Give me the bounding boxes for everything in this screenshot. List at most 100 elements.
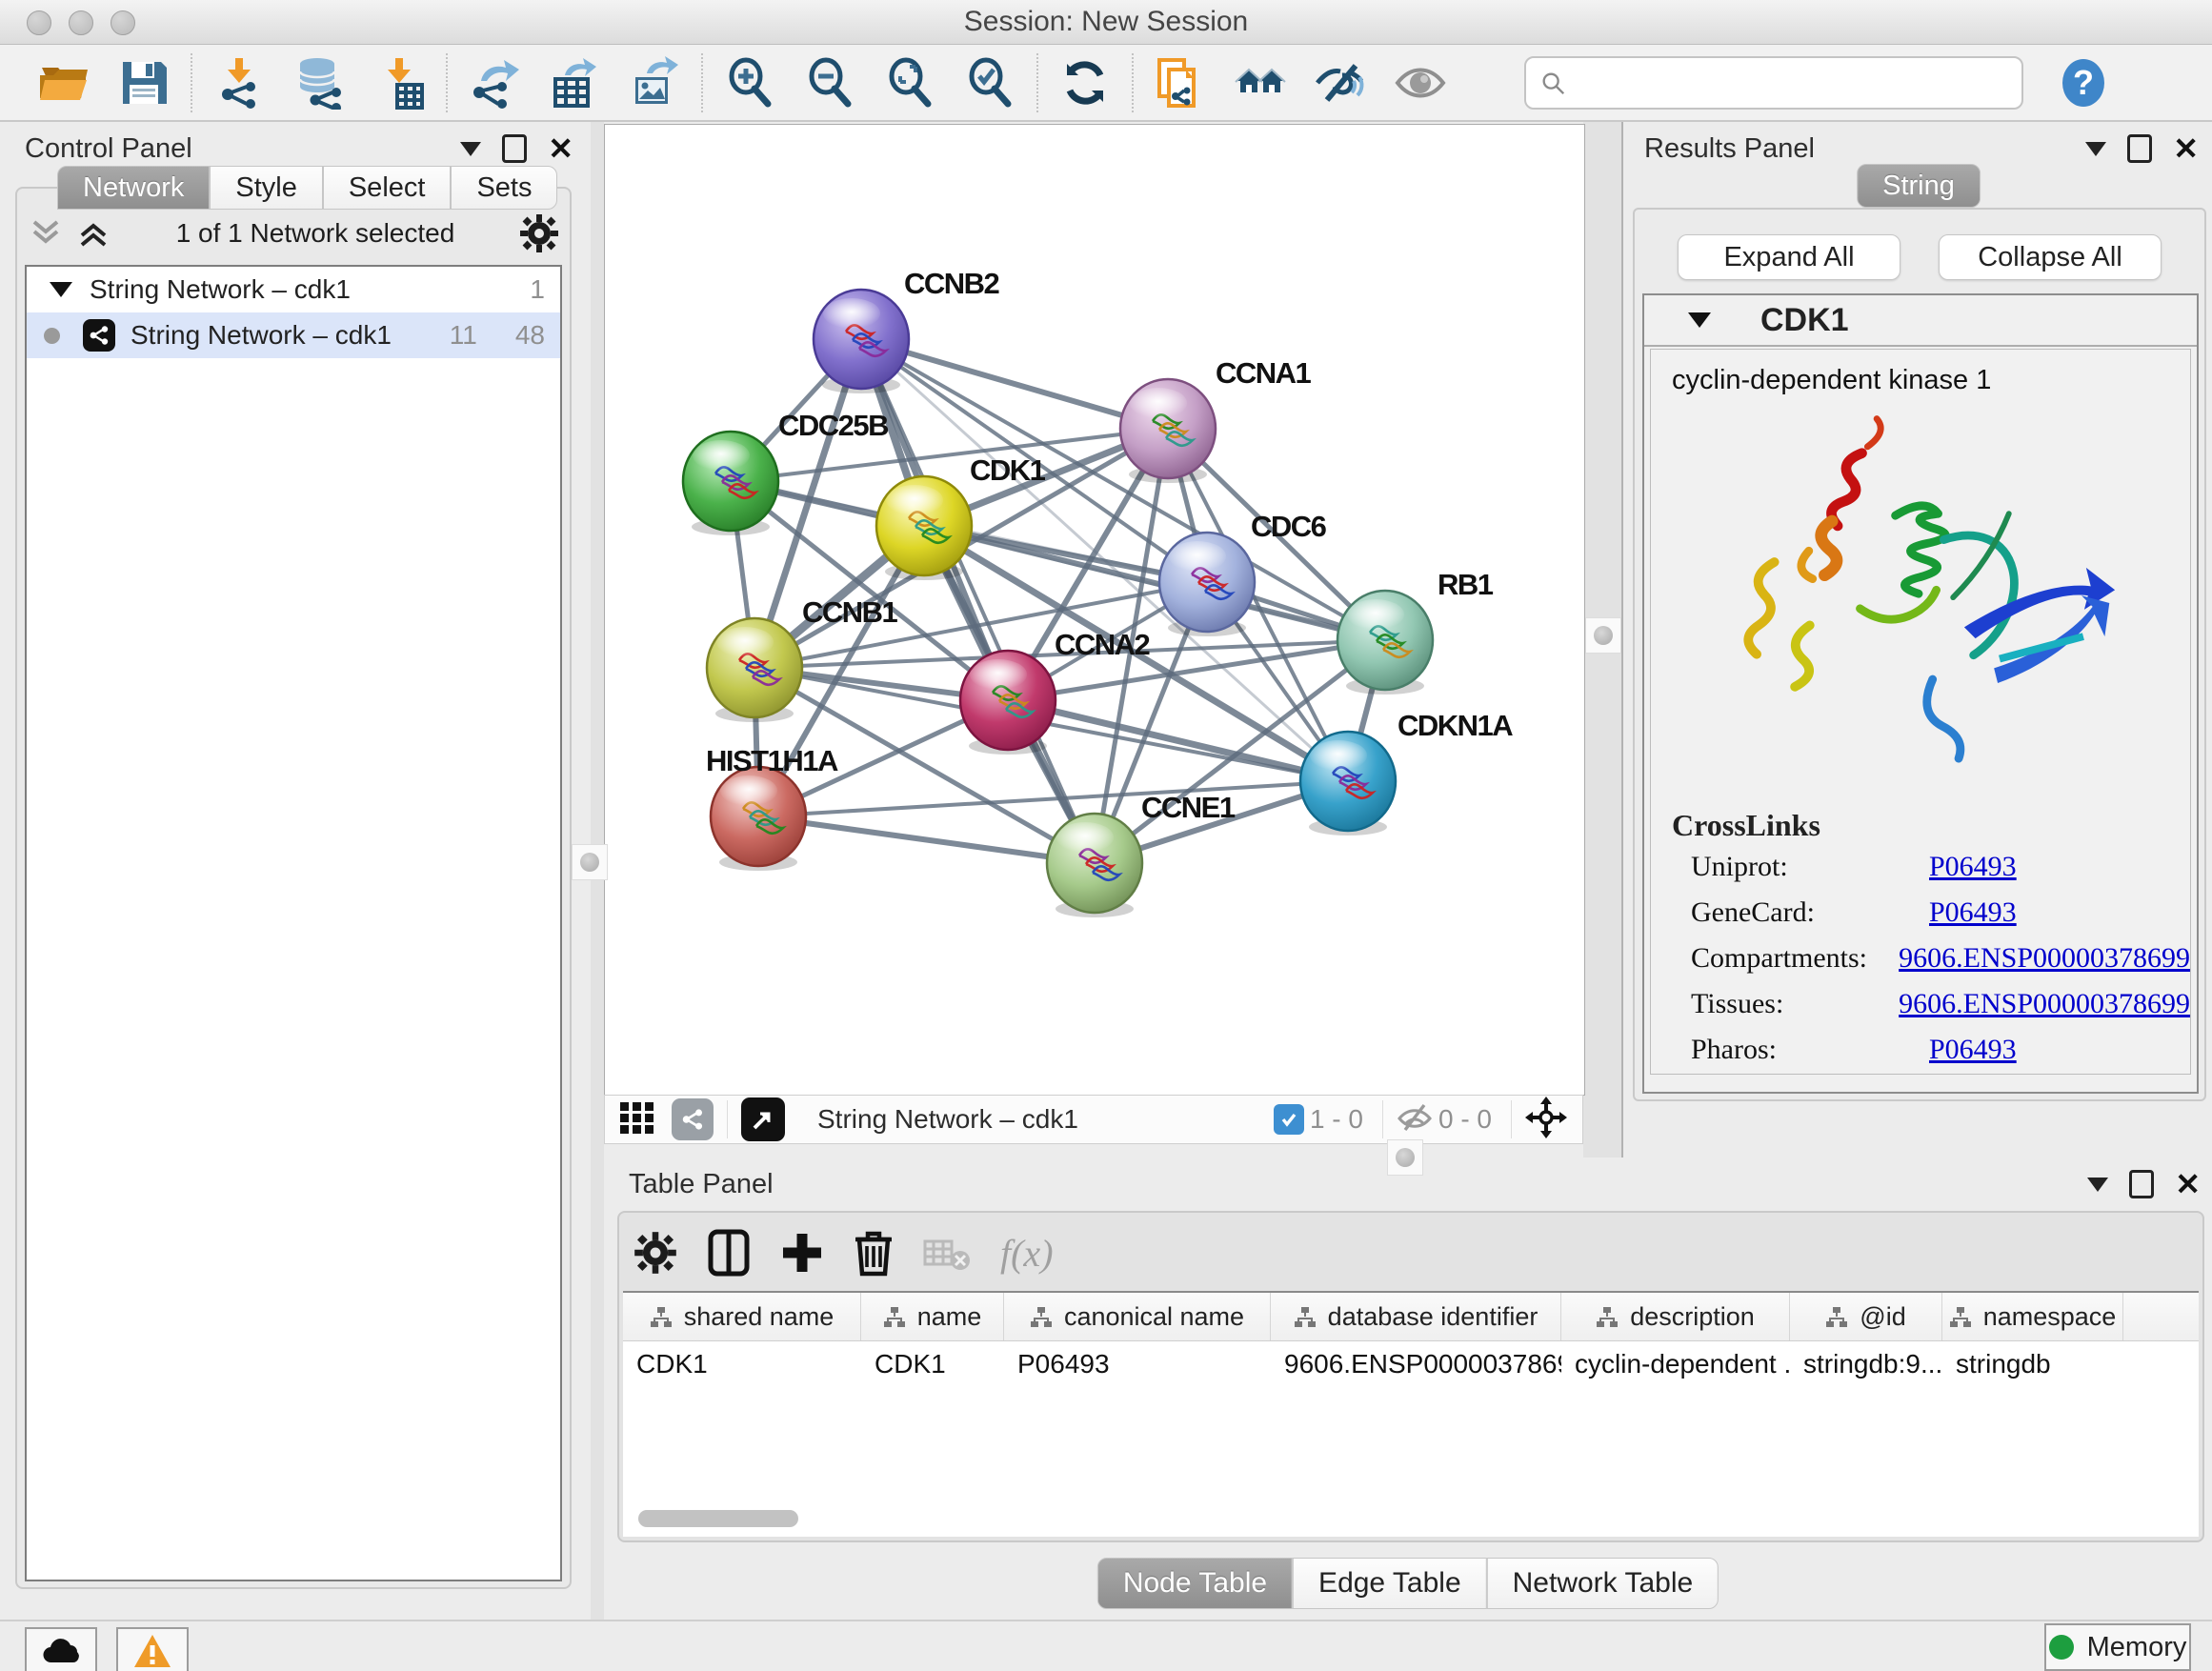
column-header[interactable]: database identifier <box>1271 1293 1561 1340</box>
horizontal-scrollbar[interactable] <box>638 1510 798 1527</box>
crosslink-link[interactable]: P06493 <box>1929 896 2017 929</box>
network-node[interactable] <box>1159 533 1255 636</box>
import-table-file-button[interactable] <box>372 55 427 111</box>
collapse-table-icon[interactable] <box>2087 1178 2108 1192</box>
expand-all-button[interactable]: Expand All <box>1678 234 1900 280</box>
crosslink-link[interactable]: P06493 <box>1929 1034 2017 1066</box>
export-table-button[interactable] <box>547 55 602 111</box>
collapse-all-icon[interactable] <box>27 216 65 251</box>
collection-expand-icon[interactable] <box>50 282 72 297</box>
network-graph[interactable]: CCNB2CCNA1CDC25BCDK1CDC6RB1CCNB1CCNA2CDK… <box>605 125 1584 1095</box>
duplicate-network-button[interactable] <box>1153 55 1208 111</box>
close-panel-icon[interactable]: ✕ <box>548 137 573 160</box>
float-panel-icon[interactable] <box>502 134 527 163</box>
left-splitter-handle[interactable] <box>572 844 608 880</box>
tab-node-table[interactable]: Node Table <box>1097 1558 1293 1609</box>
network-node[interactable] <box>683 432 778 535</box>
column-header[interactable]: canonical name <box>1004 1293 1271 1340</box>
cloud-status-button[interactable] <box>25 1627 97 1671</box>
import-network-file-button[interactable] <box>211 55 267 111</box>
network-node[interactable] <box>711 767 806 871</box>
right-splitter-handle[interactable] <box>1585 617 1621 654</box>
float-results-icon[interactable] <box>2127 134 2152 163</box>
network-collection-row[interactable]: String Network – cdk1 1 <box>27 267 560 312</box>
tab-network-table[interactable]: Network Table <box>1487 1558 1719 1609</box>
hide-selected-button[interactable] <box>1313 55 1368 111</box>
show-columns-icon[interactable] <box>707 1228 751 1278</box>
network-node[interactable] <box>1300 732 1396 836</box>
float-table-icon[interactable] <box>2129 1170 2154 1198</box>
network-node[interactable] <box>876 476 972 580</box>
table-cell[interactable]: P06493 <box>1004 1341 1271 1387</box>
network-list: String Network – cdk1 1 String Network –… <box>25 265 562 1581</box>
birdseye-view-icon[interactable] <box>741 1097 785 1141</box>
network-options-gear-icon[interactable] <box>518 212 560 254</box>
tab-sets[interactable]: Sets <box>451 166 557 210</box>
search-icon <box>1539 69 1566 97</box>
network-node[interactable] <box>1120 379 1216 483</box>
table-cell[interactable]: stringdb:9... <box>1790 1341 1942 1387</box>
table-cell[interactable]: stringdb <box>1942 1341 2123 1387</box>
refresh-view-button[interactable] <box>1057 55 1113 111</box>
table-cell[interactable]: CDK1 <box>861 1341 1004 1387</box>
network-node[interactable] <box>1337 591 1433 695</box>
node-label: CDC6 <box>1251 510 1327 543</box>
column-header[interactable]: @id <box>1790 1293 1942 1340</box>
save-session-button[interactable] <box>116 55 171 111</box>
table-row[interactable]: CDK1CDK1P064939606.ENSP00000378699cyclin… <box>623 1341 2199 1387</box>
network-row[interactable]: String Network – cdk1 11 48 <box>27 312 560 358</box>
close-results-icon[interactable]: ✕ <box>2173 137 2199 160</box>
close-table-icon[interactable]: ✕ <box>2175 1173 2201 1196</box>
collapse-all-button[interactable]: Collapse All <box>1939 234 2162 280</box>
search-input[interactable] <box>1566 67 2008 99</box>
export-image-button[interactable] <box>627 55 682 111</box>
zoom-out-button[interactable] <box>802 55 857 111</box>
open-session-button[interactable] <box>36 55 91 111</box>
memory-button[interactable]: Memory <box>2044 1623 2191 1671</box>
zoom-selected-button[interactable] <box>962 55 1017 111</box>
add-column-icon[interactable] <box>779 1230 825 1276</box>
table-cell[interactable]: CDK1 <box>623 1341 861 1387</box>
first-neighbors-button[interactable] <box>1233 55 1288 111</box>
tab-network[interactable]: Network <box>57 166 210 210</box>
table-cell[interactable]: 9606.ENSP00000378699 <box>1271 1341 1561 1387</box>
import-network-database-button[interactable] <box>292 55 347 111</box>
zoom-fit-button[interactable] <box>882 55 937 111</box>
zoom-in-button[interactable] <box>722 55 777 111</box>
show-all-button[interactable] <box>1393 55 1448 111</box>
bottom-splitter-handle[interactable] <box>1387 1139 1423 1176</box>
tab-string-results[interactable]: String <box>1857 164 1981 208</box>
selected-checkbox-icon[interactable] <box>1274 1104 1304 1135</box>
network-edge[interactable] <box>758 816 1095 863</box>
delete-column-icon[interactable] <box>854 1228 894 1278</box>
crosslink-link[interactable]: 9606.ENSP00000378699 <box>1899 988 2190 1020</box>
network-node[interactable] <box>1047 814 1142 917</box>
table-options-gear-icon[interactable] <box>633 1230 678 1276</box>
expand-all-icon[interactable] <box>74 216 112 251</box>
hidden-eye-icon[interactable] <box>1397 1101 1433 1138</box>
pan-crosshair-icon[interactable] <box>1525 1097 1567 1143</box>
gene-expand-icon[interactable] <box>1688 312 1711 328</box>
tab-select[interactable]: Select <box>323 166 452 210</box>
help-button[interactable]: ? <box>2056 55 2111 111</box>
column-header[interactable]: namespace <box>1942 1293 2123 1340</box>
gene-card-header[interactable]: CDK1 <box>1644 295 2197 347</box>
grid-view-icon[interactable] <box>618 1098 656 1141</box>
collapse-panel-icon[interactable] <box>460 142 481 156</box>
column-header[interactable]: description <box>1561 1293 1790 1340</box>
tab-edge-table[interactable]: Edge Table <box>1293 1558 1487 1609</box>
network-canvas[interactable]: CCNB2CCNA1CDC25BCDK1CDC6RB1CCNB1CCNA2CDK… <box>604 124 1585 1096</box>
crosslink-link[interactable]: P06493 <box>1929 851 2017 883</box>
gene-result-card: CDK1 cyclin-dependent kinase 1 <box>1642 293 2199 1094</box>
search-box <box>1524 56 2023 110</box>
collapse-results-icon[interactable] <box>2085 142 2106 156</box>
export-network-button[interactable] <box>467 55 522 111</box>
column-header[interactable]: name <box>861 1293 1004 1340</box>
network-view-type-icon[interactable] <box>672 1098 714 1140</box>
column-header[interactable]: shared name <box>623 1293 861 1340</box>
warnings-button[interactable] <box>116 1627 189 1671</box>
table-cell[interactable]: cyclin-dependent ... <box>1561 1341 1790 1387</box>
network-node[interactable] <box>707 618 802 722</box>
crosslink-link[interactable]: 9606.ENSP00000378699 <box>1899 942 2190 975</box>
tab-style[interactable]: Style <box>210 166 322 210</box>
